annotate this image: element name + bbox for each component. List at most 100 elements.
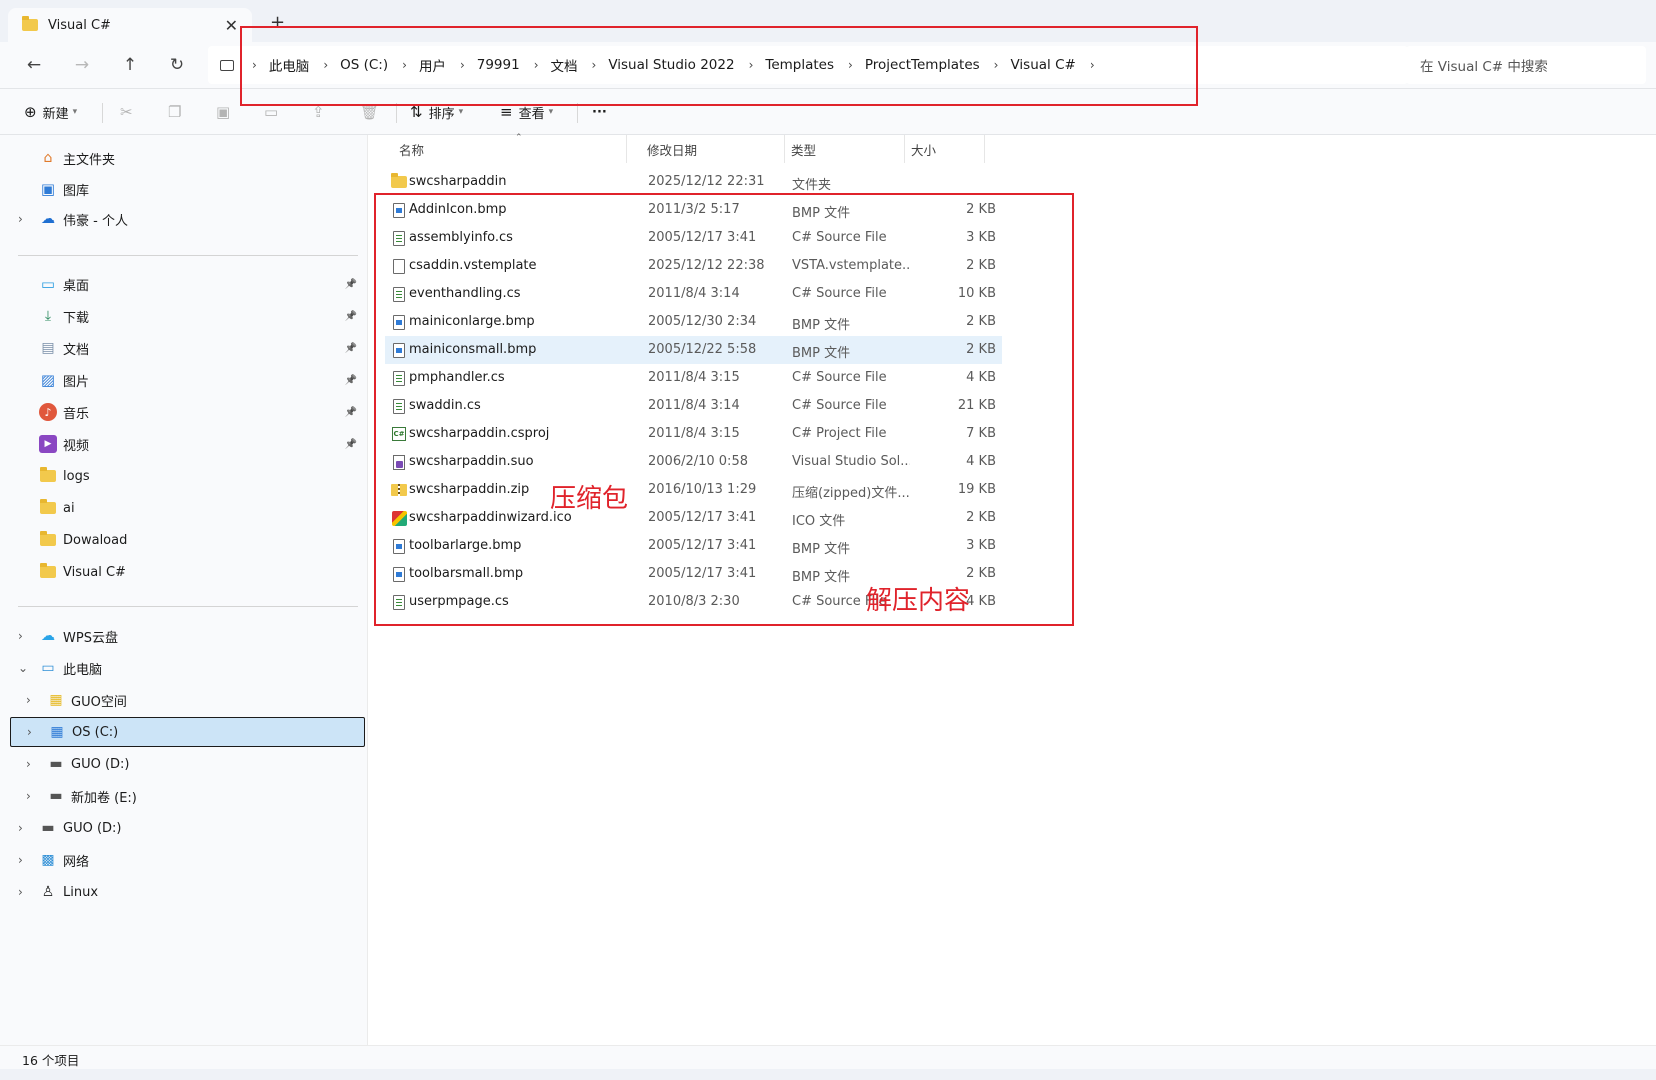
file-row[interactable]: swaddin.cs 2011/8/4 3:14 C# Source File 21 … — [385, 392, 1002, 420]
breadcrumb-label[interactable]: 79991 — [477, 57, 520, 73]
breadcrumb-item[interactable]: › Visual Studio 2022 — [578, 57, 735, 73]
file-row[interactable]: mainiconsmall.bmp 2005/12/22 5:58 BMP 文件 2 … — [385, 336, 1002, 364]
pin-icon[interactable]: 📌 — [345, 407, 357, 418]
chevron-right-icon[interactable]: › — [18, 821, 23, 835]
sidebar-item-tree[interactable]: › ♙ Linux — [10, 877, 365, 907]
chevron-right-icon[interactable]: › — [994, 58, 999, 72]
chevron-right-icon[interactable]: › — [534, 58, 539, 72]
chevron-down-icon[interactable]: ⌄ — [18, 661, 28, 675]
cut-button[interactable]: ✂ — [120, 99, 139, 125]
close-tab-icon[interactable]: ✕ — [225, 16, 238, 35]
breadcrumb-label[interactable]: Visual C# — [1010, 57, 1075, 73]
back-button[interactable]: ← — [21, 53, 47, 77]
file-row[interactable]: C# swcsharpaddin.csproj 2011/8/4 3:15 C# Pr… — [385, 420, 1002, 448]
sidebar-item-tree[interactable]: › ▦ OS (C:) — [10, 717, 365, 747]
sidebar-item-tree[interactable]: › ▬ GUO (D:) — [10, 813, 365, 843]
column-header-size[interactable]: 大小 — [905, 135, 985, 163]
breadcrumb-label[interactable]: Templates — [765, 57, 834, 73]
column-header-type[interactable]: 类型 — [785, 135, 905, 163]
chevron-right-icon[interactable]: › — [848, 58, 853, 72]
sidebar-item-pinned[interactable]: ♪ 音乐 📌 — [10, 397, 365, 427]
sidebar-item-quick[interactable]: ⌂ 主文件夹 — [10, 143, 365, 173]
sidebar-item-quick[interactable]: › ☁ 伟豪 - 个人 — [10, 204, 365, 234]
breadcrumb-label[interactable]: 文档 — [551, 55, 578, 75]
new-tab-button[interactable]: + — [270, 12, 285, 33]
sidebar-item-pinned[interactable]: ▨ 图片 📌 — [10, 365, 365, 395]
search-input[interactable]: 在 Visual C# 中搜索 — [1406, 46, 1646, 84]
up-button[interactable]: ↑ — [117, 53, 143, 77]
column-header-name[interactable]: 名称 ⌃ — [385, 133, 627, 163]
breadcrumb-label[interactable]: OS (C:) — [340, 57, 388, 73]
sidebar-item-tree[interactable]: › ▬ 新加卷 (E:) — [10, 781, 365, 811]
sidebar-item-pinned[interactable]: logs — [10, 461, 365, 491]
sidebar-item-pinned[interactable]: Visual C# — [10, 557, 365, 587]
refresh-button[interactable]: ↻ — [164, 53, 190, 77]
chevron-right-icon[interactable]: › — [26, 693, 31, 707]
file-row[interactable]: csaddin.vstemplate 2025/12/12 22:38 VSTA.v… — [385, 252, 1002, 280]
sidebar-item-pinned[interactable]: ▭ 桌面 📌 — [10, 269, 365, 299]
copy-button[interactable]: ❐ — [168, 99, 187, 125]
column-header-modified[interactable]: 修改日期 — [641, 135, 785, 163]
chevron-right-icon[interactable]: › — [252, 58, 257, 72]
breadcrumb-label[interactable]: 用户 — [419, 55, 446, 75]
pin-icon[interactable]: 📌 — [345, 343, 357, 354]
sidebar-item-pinned[interactable]: ▤ 文档 📌 — [10, 333, 365, 363]
chevron-right-icon[interactable]: › — [460, 58, 465, 72]
sidebar-item-tree[interactable]: › ▬ GUO (D:) — [10, 749, 365, 779]
pin-icon[interactable]: 📌 — [345, 439, 357, 450]
file-row[interactable]: swcsharpaddin.suo 2006/2/10 0:58 Visual St… — [385, 448, 1002, 476]
chevron-right-icon[interactable]: › — [402, 58, 407, 72]
breadcrumb-label[interactable]: 此电脑 — [269, 55, 310, 75]
file-row[interactable]: swcsharpaddin 2025/12/12 22:31 文件夹 — [385, 168, 1002, 196]
sort-button[interactable]: ⇅ 排序 ▾ — [410, 99, 463, 125]
sidebar-item-tree[interactable]: › ▦ GUO空间 — [10, 685, 365, 715]
pin-icon[interactable]: 📌 — [345, 311, 357, 322]
file-row[interactable]: toolbarlarge.bmp 2005/12/17 3:41 BMP 文件 3 K… — [385, 532, 1002, 560]
file-row[interactable]: toolbarsmall.bmp 2005/12/17 3:41 BMP 文件 2 K… — [385, 560, 1002, 588]
pin-icon[interactable]: 📌 — [345, 375, 357, 386]
breadcrumb-item[interactable]: › ProjectTemplates — [834, 57, 980, 73]
chevron-right-icon[interactable]: › — [18, 212, 23, 226]
file-row[interactable]: AddinIcon.bmp 2011/3/2 5:17 BMP 文件 2 KB — [385, 196, 1002, 224]
file-row[interactable]: pmphandler.cs 2011/8/4 3:15 C# Source File… — [385, 364, 1002, 392]
sidebar-item-tree[interactable]: › ▩ 网络 — [10, 845, 365, 875]
breadcrumb-item[interactable]: › 用户 — [388, 55, 446, 75]
file-row[interactable]: swcsharpaddinwizard.ico 2005/12/17 3:41 IC… — [385, 504, 1002, 532]
rename-button[interactable]: ▭ — [264, 99, 284, 125]
forward-button[interactable]: → — [69, 53, 95, 77]
delete-button[interactable]: 🗑 — [360, 99, 385, 125]
sidebar-item-tree[interactable]: ⌄ ▭ 此电脑 — [10, 653, 365, 683]
chevron-right-icon[interactable]: › — [18, 885, 23, 899]
pin-icon[interactable]: 📌 — [345, 279, 357, 290]
breadcrumb-item[interactable]: › 文档 — [520, 55, 578, 75]
file-row[interactable]: eventhandling.cs 2011/8/4 3:14 C# Source F… — [385, 280, 1002, 308]
sidebar-item-pinned[interactable]: Dowaload — [10, 525, 365, 555]
file-row[interactable]: swcsharpaddin.zip 2016/10/13 1:29 压缩(zippe… — [385, 476, 1002, 504]
sidebar-item-tree[interactable]: › ☁ WPS云盘 — [10, 621, 365, 651]
file-row[interactable]: userpmpage.cs 2010/8/3 2:30 C# Source File… — [385, 588, 1002, 616]
file-row[interactable]: assemblyinfo.cs 2005/12/17 3:41 C# Source … — [385, 224, 1002, 252]
breadcrumb-item[interactable]: › Visual C# — [980, 57, 1076, 73]
breadcrumb-label[interactable]: Visual Studio 2022 — [608, 57, 734, 73]
sidebar-item-pinned[interactable]: ⤓ 下载 📌 — [10, 301, 365, 331]
tab-visual-csharp[interactable]: Visual C# ✕ — [8, 8, 252, 42]
more-options-button[interactable]: ··· — [592, 99, 607, 125]
breadcrumb-item[interactable]: › 79991 — [446, 57, 520, 73]
chevron-right-icon[interactable]: › — [18, 629, 23, 643]
chevron-right-icon[interactable]: › — [592, 58, 597, 72]
chevron-right-icon[interactable]: › — [26, 757, 31, 771]
chevron-right-icon[interactable]: › — [27, 725, 32, 739]
breadcrumb-item[interactable]: › Templates — [735, 57, 834, 73]
chevron-right-icon[interactable]: › — [26, 789, 31, 803]
file-row[interactable]: mainiconlarge.bmp 2005/12/30 2:34 BMP 文件 2 … — [385, 308, 1002, 336]
chevron-right-icon[interactable]: › — [18, 853, 23, 867]
breadcrumb-label[interactable]: ProjectTemplates — [865, 57, 980, 73]
address-bar[interactable]: › 此电脑 › OS (C:) › 用户 › 79991 › 文档 › Visual Studio 2… — [208, 46, 1408, 84]
sidebar-item-pinned[interactable]: ai — [10, 493, 365, 523]
sidebar-item-quick[interactable]: ▣ 图库 — [10, 174, 365, 204]
paste-button[interactable]: ▣ — [216, 99, 236, 125]
breadcrumb-item[interactable]: › OS (C:) — [309, 57, 388, 73]
chevron-right-icon[interactable]: › — [323, 58, 328, 72]
chevron-right-icon[interactable]: › — [1090, 58, 1095, 72]
breadcrumb-item[interactable]: › 此电脑 — [238, 55, 309, 75]
